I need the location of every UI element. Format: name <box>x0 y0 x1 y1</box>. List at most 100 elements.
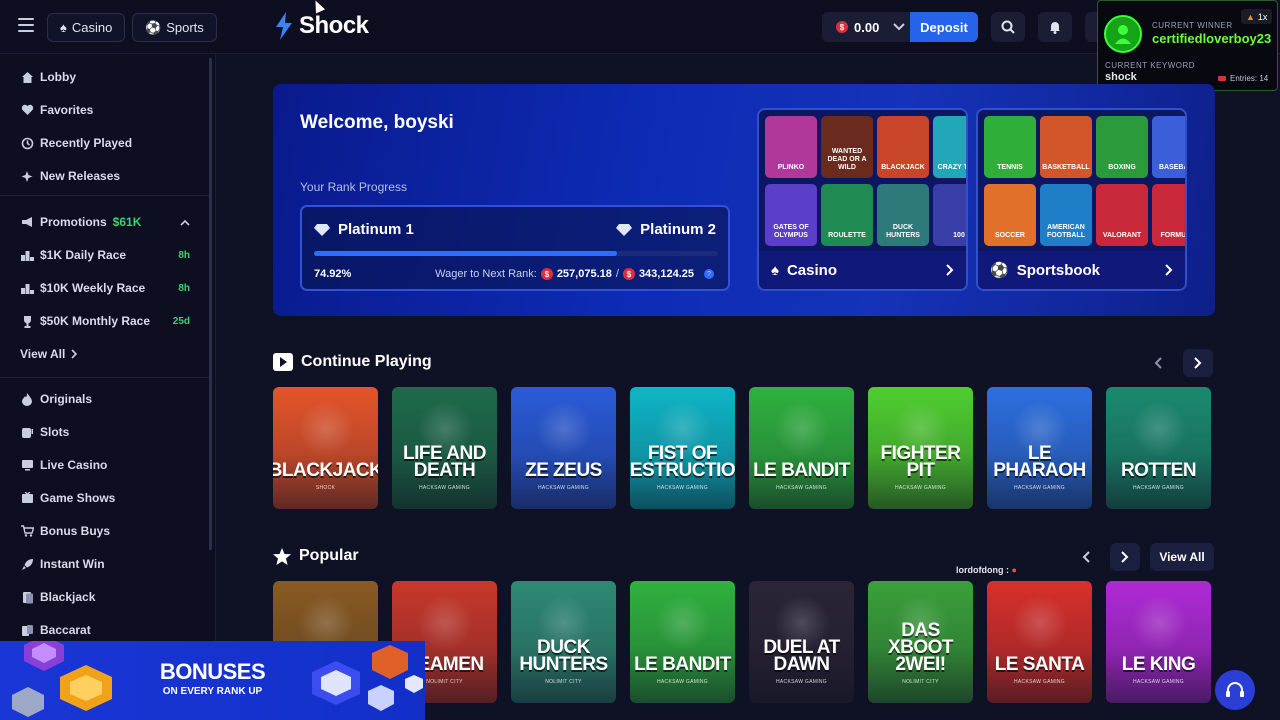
soccer-ball-icon: ⚽ <box>990 262 1009 279</box>
game-title: ZE ZEUS <box>525 460 602 481</box>
game-provider: SHOCK <box>315 485 336 491</box>
continue-game-tile[interactable]: BLACKJACK SHOCK <box>273 387 378 509</box>
continue-game-tile[interactable]: LE BANDIT HACKSAW GAMING <box>749 387 854 509</box>
sidebar-item-label: Blackjack <box>40 590 96 604</box>
popular-prev-button[interactable] <box>1071 543 1101 571</box>
continue-game-tile[interactable]: FIST OF DESTRUCTIONHACKSAW GAMING <box>630 387 735 509</box>
popular-view-all-button[interactable]: View All <box>1150 543 1214 571</box>
sidebar-item-label: New Releases <box>40 169 121 183</box>
continue-game-tile[interactable]: LIFE AND DEATH HACKSAW GAMING <box>392 387 497 509</box>
sidebar-item-new-releases[interactable]: New Releases <box>20 166 190 186</box>
deposit-button[interactable]: Deposit <box>910 12 978 42</box>
continue-game-tile[interactable]: ZE ZEUS HACKSAW GAMING <box>511 387 616 509</box>
continue-prev-button[interactable] <box>1143 349 1173 377</box>
sports-thumb: SOCCER <box>984 184 1036 246</box>
bell-icon <box>1050 22 1060 34</box>
entries-label: Entries: 14 <box>1230 74 1269 83</box>
popular-game-tile[interactable]: LE KING HACKSAW GAMING <box>1106 581 1211 703</box>
rank-progress-percent: 74.92% <box>314 268 352 280</box>
sidebar-item-favorites[interactable]: Favorites <box>20 100 190 120</box>
sidebar-item-label: Favorites <box>40 103 94 117</box>
current-rank-label: Platinum 1 <box>338 221 414 238</box>
sidebar-item-recently-played[interactable]: Recently Played <box>20 133 190 153</box>
sidebar-item-instant-win[interactable]: Instant Win <box>20 554 190 574</box>
rank-progress-bar <box>314 251 718 256</box>
menu-icon[interactable] <box>18 18 34 32</box>
popular-game-tile[interactable]: LE SANTA HACKSAW GAMING <box>987 581 1092 703</box>
chevron-right-icon <box>71 349 78 359</box>
rank-up-bonus-banner[interactable]: BONUSES ON EVERY RANK UP <box>0 641 425 720</box>
sidebar-item-blackjack[interactable]: Blackjack <box>20 587 190 607</box>
sidebar-item-weekly-race[interactable]: $10K Weekly Race 8h <box>20 278 190 298</box>
sports-thumb: BOXING <box>1096 116 1148 178</box>
sidebar-item-lobby[interactable]: Lobby <box>20 67 190 87</box>
welcome-hero: Welcome, boyski Your Rank Progress Plati… <box>273 84 1215 316</box>
popular-game-tile[interactable]: DAS XBOOT 2WEI!NOLIMIT CITY <box>868 581 973 703</box>
game-art <box>654 595 711 651</box>
game-title: LE KING <box>1121 654 1196 675</box>
sidebar-item-originals[interactable]: Originals <box>20 389 190 409</box>
profile-button[interactable] <box>1085 12 1097 42</box>
game-provider: NOLIMIT CITY <box>545 679 582 685</box>
chat-overlay-user: lordofdong : ● <box>956 565 1017 575</box>
sidebar-item-promotions[interactable]: Promotions $61K <box>20 212 190 232</box>
sidebar-item-daily-race[interactable]: $1K Daily Race 8h <box>20 245 190 265</box>
continue-next-button[interactable] <box>1183 349 1213 377</box>
sidebar-item-label: Live Casino <box>40 458 108 472</box>
sidebar-item-label: Game Shows <box>40 491 116 505</box>
chevron-right-icon <box>1194 357 1202 369</box>
deposit-label: Deposit <box>920 19 968 35</box>
next-rank-label: Platinum 2 <box>640 221 716 238</box>
trophy-icon <box>20 314 34 328</box>
multiplier-value: 1x <box>1257 11 1268 22</box>
winner-label: CURRENT WINNER <box>1152 21 1233 30</box>
sidebar-item-label: Baccarat <box>40 623 91 637</box>
game-provider: HACKSAW GAMING <box>776 485 827 491</box>
game-title: LE BANDIT <box>753 460 850 481</box>
sports-icon: ⚽ <box>145 19 162 35</box>
banner-subtitle: ON EVERY RANK UP <box>162 686 263 697</box>
brand-name: Shock <box>299 12 369 39</box>
popular-header: Popular <box>273 547 359 565</box>
casino-card-label: Casino <box>786 261 837 279</box>
next-rank: Platinum 2 <box>616 221 716 238</box>
sidebar-scrollbar[interactable] <box>209 58 212 550</box>
sports-tab-label: Sports <box>166 20 204 35</box>
view-all-label: View All <box>20 347 66 361</box>
support-chat-button[interactable] <box>1215 670 1255 710</box>
casino-card[interactable]: PLINKO WANTED DEAD OR A WILD BLACKJACK C… <box>757 108 968 291</box>
top-bar: ♠ Casino ⚽ Sports Shock $ 0.00 Deposit <box>0 0 1280 54</box>
sidebar-item-slots[interactable]: Slots <box>20 422 190 442</box>
popular-game-tile[interactable]: DUCK HUNTERSNOLIMIT CITY <box>511 581 616 703</box>
continue-game-tile[interactable]: LE PHARAOHHACKSAW GAMING <box>987 387 1092 509</box>
podium-icon <box>20 281 34 295</box>
sidebar-item-monthly-race[interactable]: $50K Monthly Race 25d <box>20 311 190 331</box>
search-button[interactable] <box>991 12 1025 42</box>
sidebar-view-all[interactable]: View All <box>20 344 190 364</box>
rank-progress-card[interactable]: Platinum 1 Platinum 2 74.92% Wager to Ne… <box>300 205 730 291</box>
continue-game-tile[interactable]: FIGHTER PITHACKSAW GAMING <box>868 387 973 509</box>
sportsbook-card[interactable]: TENNIS BASKETBALL BOXING BASEBALL SOCCER… <box>976 108 1187 291</box>
chevron-left-icon <box>1082 551 1090 563</box>
continue-game-tile[interactable]: ROTTEN HACKSAW GAMING <box>1106 387 1211 509</box>
sidebar-item-baccarat[interactable]: Baccarat <box>20 620 190 640</box>
brand-logo[interactable]: Shock <box>273 12 369 40</box>
casino-tab[interactable]: ♠ Casino <box>47 13 126 42</box>
popular-next-button[interactable] <box>1110 543 1140 571</box>
live-icon <box>20 458 34 472</box>
balance-selector[interactable]: $ 0.00 <box>822 12 910 42</box>
race-timer: 25d <box>172 315 190 327</box>
popular-game-tile[interactable]: LE BANDIT HACKSAW GAMING <box>630 581 735 703</box>
popular-game-tile[interactable]: DUEL AT DAWNHACKSAW GAMING <box>749 581 854 703</box>
sports-thumb: TENNIS <box>984 116 1036 178</box>
help-icon[interactable]: ? <box>704 269 714 279</box>
star-icon <box>273 547 291 565</box>
sports-tab[interactable]: ⚽ Sports <box>132 13 217 42</box>
keyword-label: CURRENT KEYWORD <box>1105 61 1196 70</box>
sidebar-item-live-casino[interactable]: Live Casino <box>20 455 190 475</box>
gem-icon <box>12 687 44 717</box>
notifications-button[interactable] <box>1038 12 1072 42</box>
current-rank: Platinum 1 <box>314 221 414 238</box>
sidebar-item-bonus-buys[interactable]: Bonus Buys <box>20 521 190 541</box>
sidebar-item-game-shows[interactable]: Game Shows <box>20 488 190 508</box>
